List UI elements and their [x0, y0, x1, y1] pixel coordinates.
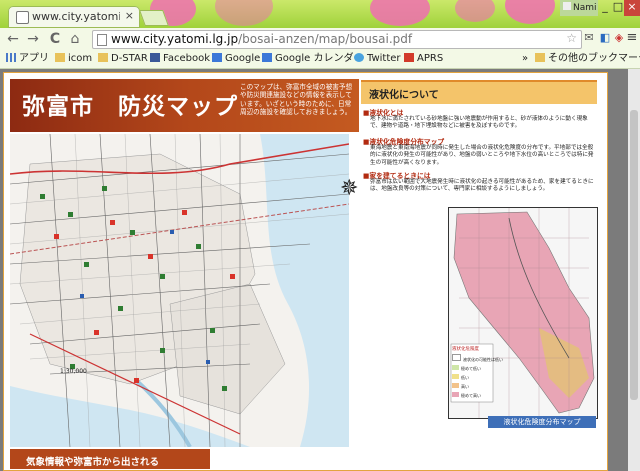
legend-item: 極めて低い [452, 364, 503, 373]
page-favicon-icon [16, 11, 29, 24]
theme-flower-decoration [370, 0, 430, 26]
facebook-icon [150, 53, 160, 62]
browser-tab[interactable]: www.city.yatomi.lg.jp/bo × [8, 6, 140, 28]
section-text: 東海地震と東南海地震が同時に発生した場合の液状化危険度の分布です。平地部では全般… [370, 145, 594, 166]
bookmark-label: その他のブックマーク [548, 53, 640, 64]
legend-item: 高い [452, 382, 503, 391]
legend-label: 液状化の可能性は低い [463, 357, 503, 362]
legend-item: 極めて高い [452, 391, 503, 400]
theme-flower-decoration [455, 0, 495, 22]
google-icon [262, 53, 272, 62]
user-profile-button[interactable]: Nami [560, 0, 598, 16]
chrome-menu-icon[interactable]: ≡ [625, 31, 639, 45]
theme-flower-decoration [215, 0, 273, 26]
north-compass-icon: ✵ [340, 176, 359, 201]
address-url[interactable]: www.city.yatomi.lg.jp/bosai-anzen/map/bo… [111, 32, 412, 46]
bookmarks-bar: アプリ icom D-STAR Facebook Google Google カ… [0, 50, 640, 69]
disaster-map[interactable] [10, 134, 349, 447]
section-text: 弥富市は広い範囲で大地震発生時に液状化の起きる可能性があるため、家を建てるときに… [370, 179, 594, 193]
liquefaction-section-heading: 液状化について [361, 80, 597, 104]
liquefaction-map: 液状化危険度 液状化の可能性は低い 極めて低い 低い 高い 極めて高い [448, 207, 598, 419]
bookmark-dstar[interactable]: D-STAR [98, 52, 148, 66]
apps-grid-icon [6, 53, 16, 62]
bookmark-google-calendar[interactable]: Google カレンダー [262, 52, 363, 66]
tab-close-icon[interactable]: × [125, 9, 134, 22]
legend-item: 低い [452, 373, 503, 382]
twitter-icon [354, 53, 364, 62]
tab-title: www.city.yatomi.lg.jp/bo [32, 10, 120, 23]
address-bar[interactable]: www.city.yatomi.lg.jp/bosai-anzen/map/bo… [92, 30, 582, 49]
bookmark-icom[interactable]: icom [55, 52, 92, 66]
map-graphic [10, 134, 349, 447]
bookmark-label: icom [68, 53, 93, 64]
map-title: 弥富市 防災マップ [22, 94, 238, 120]
extension-icon-2[interactable]: ◈ [612, 31, 626, 45]
map-description: このマップは、弥富市全域の被害予想や防災関連施設などの情報を表示しています。いざ… [240, 83, 353, 117]
map-scale: 1:30,000 [60, 368, 87, 375]
bookmark-label: Google [225, 53, 261, 64]
bookmark-label: APRS [417, 53, 444, 64]
bookmark-twitter[interactable]: Twitter [354, 52, 401, 66]
bookmark-facebook[interactable]: Facebook [150, 52, 210, 66]
bottom-heading-text: 気象情報や弥富市から出される [26, 457, 160, 468]
section-text: 地下水に満たされている砂地盤に強い地震動が作用すると、砂が液体のように動く現象で… [370, 116, 588, 130]
folder-icon [535, 53, 545, 62]
bookmark-apps[interactable]: アプリ [6, 52, 49, 66]
browser-toolbar: ← → C ⌂ www.city.yatomi.lg.jp/bosai-anze… [0, 28, 640, 50]
legend-label: 極めて低い [461, 366, 481, 371]
url-path: /bosai-anzen/map/bousai.pdf [238, 32, 413, 46]
window-close-button[interactable]: × [624, 0, 640, 16]
legend-label: 低い [461, 375, 469, 380]
google-icon [212, 53, 222, 62]
legend-title: 液状化危険度 [452, 347, 479, 352]
theme-flower-decoration [505, 0, 555, 24]
bookmark-google[interactable]: Google [212, 52, 260, 66]
user-name: Nami [573, 3, 597, 13]
back-button[interactable]: ← [4, 30, 22, 48]
bookmark-label: Twitter [367, 53, 401, 64]
legend-label: 高い [461, 384, 469, 389]
bookmarks-overflow[interactable]: » [522, 52, 528, 66]
bookmark-label: Google カレンダー [275, 53, 364, 64]
legend-list: 液状化の可能性は低い 極めて低い 低い 高い 極めて高い [452, 354, 503, 400]
legend-item: 液状化の可能性は低い [452, 354, 503, 364]
folder-icon [55, 53, 65, 62]
gmail-extension-icon[interactable]: ✉ [582, 31, 596, 45]
maximize-button[interactable]: □ [612, 0, 624, 16]
forward-button[interactable]: → [24, 30, 42, 48]
bookmark-aprs[interactable]: APRS [404, 52, 443, 66]
url-host: www.city.yatomi.lg.jp [111, 32, 239, 46]
minimize-button[interactable]: _ [598, 0, 612, 16]
extension-icon[interactable]: ◧ [598, 31, 612, 45]
bookmark-label: D-STAR [111, 53, 148, 64]
other-bookmarks[interactable]: その他のブックマーク [535, 52, 640, 66]
bookmark-label: アプリ [19, 53, 49, 64]
reload-button[interactable]: C [46, 30, 64, 48]
bookmark-label: Facebook [163, 53, 210, 64]
liquefaction-map-caption: 液状化危険度分布マップ [488, 416, 596, 428]
user-icon [563, 2, 571, 10]
side-heading-text: 液状化について [369, 90, 439, 101]
home-button[interactable]: ⌂ [66, 30, 84, 48]
bookmark-star-icon[interactable]: ☆ [566, 31, 577, 45]
bottom-section-heading: 気象情報や弥富市から出される [10, 449, 210, 469]
car-icon [404, 53, 414, 62]
folder-icon [98, 53, 108, 62]
scrollbar-thumb[interactable] [630, 110, 638, 400]
legend-label: 極めて高い [461, 393, 481, 398]
title-bar: www.city.yatomi.lg.jp/bo × Nami _ □ × [0, 0, 640, 28]
page-icon [97, 34, 107, 46]
